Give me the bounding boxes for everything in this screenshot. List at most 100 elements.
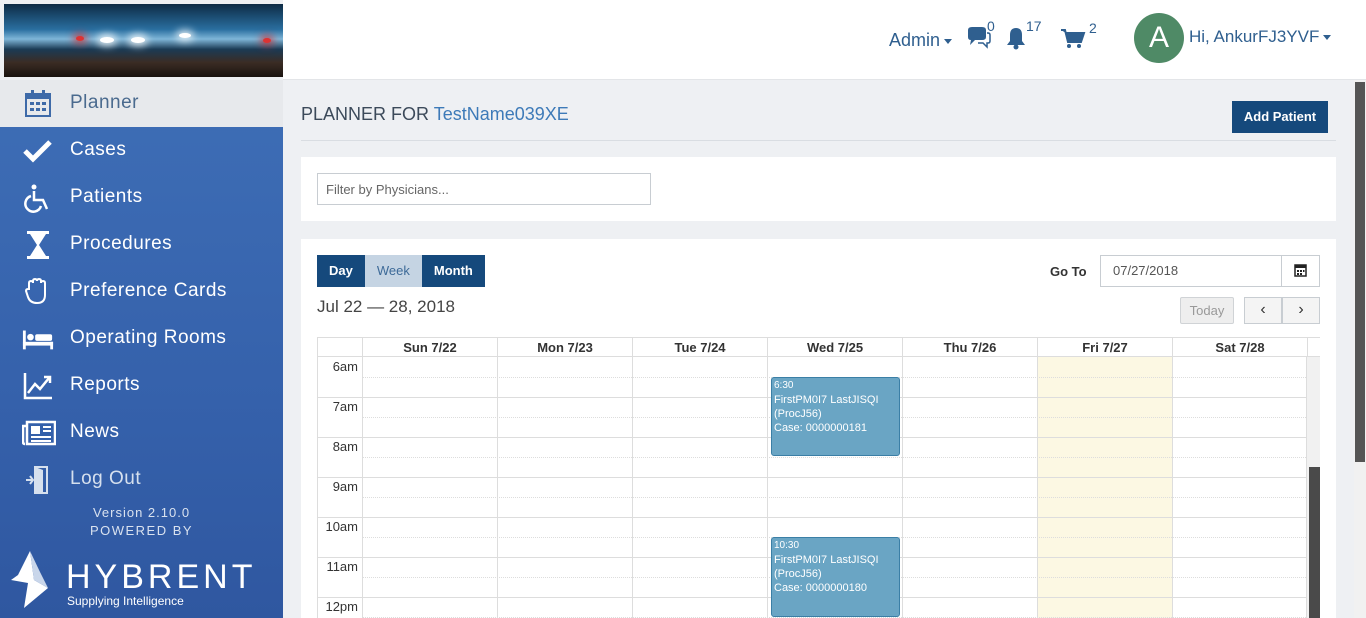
column-line [362, 357, 363, 618]
notifications-bell-icon[interactable] [1004, 26, 1028, 55]
event-procedure: (ProcJ56) [774, 568, 822, 580]
wheelchair-icon [22, 183, 54, 213]
brand-name: HYBRENT [66, 558, 257, 596]
sidebar: Planner Cases Patients Procedures Prefer… [0, 80, 283, 618]
sidebar-item-operating-rooms[interactable]: Operating Rooms [0, 315, 283, 362]
calendar-icon [22, 89, 54, 119]
sidebar-item-reports[interactable]: Reports [0, 362, 283, 409]
door-exit-icon [22, 465, 54, 495]
cart-count: 2 [1089, 20, 1097, 36]
grid-scrollbar[interactable] [1306, 357, 1320, 618]
page-scrollbar-thumb[interactable] [1355, 82, 1365, 462]
week-grid: Sun 7/22 Mon 7/23 Tue 7/24 Wed 7/25 Thu … [317, 337, 1320, 618]
time-label: 9am [332, 479, 358, 494]
column-line [1172, 357, 1173, 618]
page-title-prefix: PLANNER FOR [301, 104, 430, 124]
version-text: Version 2.10.0 [92, 505, 191, 520]
chevron-left-icon: ‹ [1260, 301, 1266, 318]
goto-label: Go To [1050, 264, 1087, 279]
day-header-row: Sun 7/22 Mon 7/23 Tue 7/24 Wed 7/25 Thu … [318, 338, 1320, 357]
time-column-header [318, 338, 363, 357]
column-line [632, 357, 633, 618]
date-picker-button[interactable] [1281, 255, 1320, 287]
time-label: 11am [326, 559, 358, 574]
sidebar-item-label: Procedures [70, 233, 173, 254]
half-hour-line [363, 497, 1306, 498]
today-button[interactable]: Today [1180, 297, 1234, 324]
day-header[interactable]: Fri 7/27 [1038, 338, 1173, 357]
day-header[interactable]: Mon 7/23 [498, 338, 633, 357]
hourglass-icon [22, 230, 54, 260]
notifications-count: 17 [1026, 18, 1042, 34]
calendar-panel: Day Week Month Jul 22 — 28, 2018 Go To 0… [301, 239, 1336, 618]
page-title-name[interactable]: TestName039XE [434, 104, 569, 124]
checkmark-icon [22, 136, 54, 166]
week-view-button[interactable]: Week [364, 255, 422, 287]
glove-icon [22, 277, 54, 307]
sidebar-item-label: Log Out [70, 468, 142, 489]
time-label: 6am [332, 359, 358, 374]
sidebar-item-preference-cards[interactable]: Preference Cards [0, 268, 283, 315]
app-logo-banner [4, 4, 283, 77]
day-header[interactable]: Thu 7/26 [903, 338, 1038, 357]
sidebar-item-label: Planner [70, 92, 139, 113]
goto-date-input[interactable]: 07/27/2018 [1100, 255, 1282, 287]
chevron-right-icon: › [1298, 301, 1304, 318]
day-header[interactable]: Tue 7/24 [633, 338, 768, 357]
admin-menu[interactable]: Admin [889, 30, 953, 51]
sidebar-item-logout[interactable]: Log Out [0, 456, 283, 503]
day-header[interactable]: Sat 7/28 [1173, 338, 1308, 357]
user-menu-label: Hi, AnkurFJ3YVF [1189, 27, 1320, 46]
add-patient-button[interactable]: Add Patient [1232, 101, 1328, 133]
sidebar-item-patients[interactable]: Patients [0, 174, 283, 221]
next-week-button[interactable]: › [1282, 297, 1320, 324]
newspaper-icon [21, 418, 57, 448]
calendar-icon [1294, 264, 1307, 277]
cart-icon[interactable] [1060, 28, 1086, 55]
sidebar-item-label: News [70, 421, 120, 442]
page-scrollbar[interactable] [1354, 80, 1366, 618]
column-line [767, 357, 768, 618]
time-label: 10am [325, 519, 358, 534]
sidebar-item-label: Preference Cards [70, 280, 227, 301]
calendar-event[interactable]: 10:30 FirstPM0I7 LastJISQI (ProcJ56) Cas… [771, 537, 900, 617]
powered-by-text: POWERED BY [89, 523, 194, 538]
sidebar-item-cases[interactable]: Cases [0, 127, 283, 174]
sidebar-item-news[interactable]: News [0, 409, 283, 456]
divider [301, 140, 1336, 141]
date-range-label: Jul 22 — 28, 2018 [317, 297, 455, 316]
chevron-down-icon [944, 38, 953, 44]
column-line [497, 357, 498, 618]
sidebar-item-label: Reports [70, 374, 141, 395]
event-procedure: (ProcJ56) [774, 408, 822, 420]
day-header[interactable]: Sun 7/22 [363, 338, 498, 357]
user-menu[interactable]: Hi, AnkurFJ3YVF [1189, 27, 1332, 47]
month-view-button[interactable]: Month [421, 255, 485, 287]
chevron-down-icon [1323, 35, 1332, 41]
prev-week-button[interactable]: ‹ [1244, 297, 1282, 324]
time-label: 7am [332, 399, 358, 414]
avatar[interactable]: A [1134, 13, 1184, 63]
hour-line [318, 477, 1306, 478]
calendar-event[interactable]: 6:30 FirstPM0I7 LastJISQI (ProcJ56) Case… [771, 377, 900, 456]
physician-filter-input[interactable] [317, 173, 651, 205]
sidebar-item-label: Patients [70, 186, 143, 207]
filter-panel [301, 157, 1336, 221]
view-switcher: Day Week Month [317, 255, 485, 287]
day-view-button[interactable]: Day [317, 255, 365, 287]
half-hour-line [363, 457, 1306, 458]
event-patient-name: FirstPM0I7 LastJISQI [774, 394, 879, 406]
top-header: Admin 0 17 2 A Hi, AnkurFJ3YVF [283, 0, 1366, 80]
day-header[interactable]: Wed 7/25 [768, 338, 903, 357]
sidebar-item-procedures[interactable]: Procedures [0, 221, 283, 268]
sidebar-item-planner[interactable]: Planner [0, 80, 283, 127]
column-line [902, 357, 903, 618]
hybrent-logo-icon [10, 550, 52, 610]
event-patient-name: FirstPM0I7 LastJISQI [774, 554, 879, 566]
page-title: PLANNER FOR TestName039XE [301, 104, 569, 125]
event-time: 10:30 [774, 540, 800, 551]
hour-line [318, 517, 1306, 518]
time-label: 8am [332, 439, 358, 454]
sidebar-item-label: Cases [70, 139, 127, 160]
grid-scrollbar-thumb[interactable] [1309, 467, 1320, 618]
